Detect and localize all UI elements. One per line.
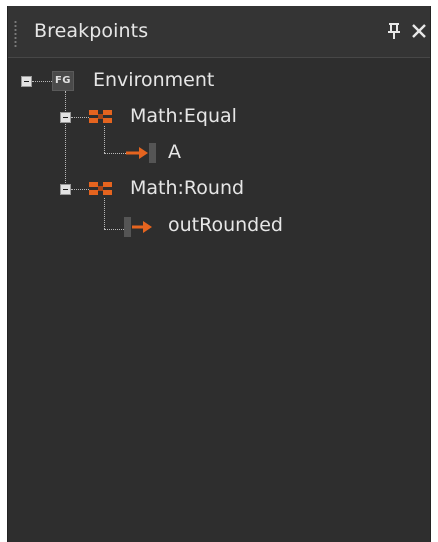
tree-connector xyxy=(104,198,105,229)
close-button[interactable] xyxy=(408,18,430,44)
node-collapse-toggle[interactable] xyxy=(60,184,71,195)
node-icon xyxy=(89,110,112,123)
pin-icon xyxy=(388,23,400,39)
tree-item-math-equal[interactable]: Math:Equal xyxy=(130,105,237,127)
tree-connector xyxy=(104,126,105,153)
tree-item-port-a[interactable]: A xyxy=(168,141,181,163)
tree-item-port-outrounded[interactable]: outRounded xyxy=(168,214,283,236)
tree-item-math-round[interactable]: Math:Round xyxy=(130,177,244,199)
tree-connector xyxy=(104,153,126,154)
tree-connector xyxy=(65,91,66,189)
flowgraph-icon: FG xyxy=(52,71,74,91)
tree-connector xyxy=(71,189,89,190)
tree-connector xyxy=(104,229,124,230)
pin-button[interactable] xyxy=(383,18,405,44)
root-collapse-toggle[interactable] xyxy=(21,76,32,87)
panel-title: Breakpoints xyxy=(34,20,149,42)
input-port-arrow-icon xyxy=(126,143,156,163)
tree-item-environment[interactable]: Environment xyxy=(93,69,214,91)
drag-grip-icon[interactable] xyxy=(14,20,17,48)
output-port-arrow-icon xyxy=(124,217,152,237)
breakpoints-tree: FG Environment Math:Equal A Math:Round o… xyxy=(8,58,430,536)
close-icon xyxy=(412,24,426,38)
tree-connector xyxy=(32,81,52,82)
node-collapse-toggle[interactable] xyxy=(60,112,71,123)
tree-connector xyxy=(71,117,89,118)
panel-titlebar[interactable]: Breakpoints xyxy=(8,6,430,58)
node-icon xyxy=(89,182,112,195)
breakpoints-panel: Breakpoints FG Environment Math:Equal A … xyxy=(7,6,431,542)
